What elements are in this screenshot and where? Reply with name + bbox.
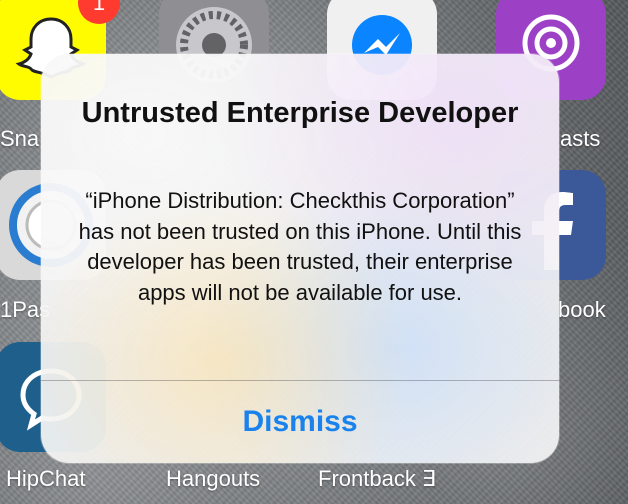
app-label-frontback: Frontback ∃: [318, 466, 436, 491]
app-label-hangouts: Hangouts: [166, 466, 261, 491]
alert-message: “iPhone Distribution: Checkthis Corporat…: [78, 188, 522, 305]
app-label-podcasts: asts: [560, 126, 601, 151]
app-label-facebook: book: [558, 297, 606, 322]
alert-title: Untrusted Enterprise Developer: [81, 97, 519, 129]
app-label-hipchat: HipChat: [6, 466, 86, 491]
app-label-snapchat: Sna: [0, 126, 40, 151]
untrusted-developer-alert: Untrusted Enterprise Developer “iPhone D…: [41, 54, 559, 463]
dismiss-button[interactable]: Dismiss: [41, 381, 559, 463]
